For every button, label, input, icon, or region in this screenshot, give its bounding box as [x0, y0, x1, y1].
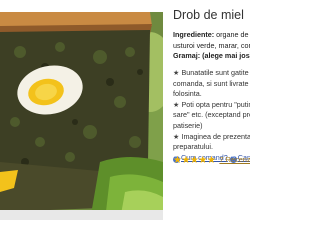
- note-item: ★ Imaginea de prezentare preparatului.: [173, 132, 250, 153]
- note-item: ★ Poti opta pentru "putin s sare" etc. (…: [173, 100, 250, 132]
- note-item: ★ Bunatatile sunt gatite s comanda, si s…: [173, 68, 250, 100]
- note-text: preparatului.: [173, 142, 213, 152]
- product-info: Drob de miel Ingrediente: organe de m us…: [170, 0, 250, 250]
- note-text: Imaginea de prezentare: [181, 131, 250, 141]
- note-text: patiserie): [173, 120, 203, 130]
- notes-list: ★ Bunatatile sunt gatite s comanda, si s…: [173, 68, 250, 163]
- star-bullet-icon: ★: [173, 99, 180, 109]
- star-bullet-icon: ★: [173, 131, 180, 141]
- ingredients-text-2: usturoi verde, marar, condi: [173, 40, 250, 50]
- rating-row: ★★★★★ 7 Recenzii: [173, 155, 250, 166]
- product-card: Drob de miel Ingrediente: organe de m us…: [0, 0, 250, 250]
- product-photo[interactable]: [0, 12, 163, 220]
- ingredients-text-1: organe de m: [216, 30, 250, 39]
- note-text: comanda, si sunt livrate in: [173, 78, 250, 88]
- ingredients-block: Ingrediente: organe de m usturoi verde, …: [173, 30, 250, 62]
- rating-stars-icon: ★★★★★: [173, 155, 216, 166]
- ingredients-label: Ingrediente:: [173, 30, 215, 39]
- drob-image: [0, 12, 163, 220]
- product-title: Drob de miel: [173, 8, 244, 22]
- note-text: folosinta.: [173, 89, 202, 99]
- star-bullet-icon: ★: [173, 68, 180, 77]
- reviews-link[interactable]: 7 Recenzii: [219, 155, 250, 164]
- note-text: sare" etc. (exceptand prod: [173, 110, 250, 120]
- note-text: Bunatatile sunt gatite s: [181, 68, 250, 77]
- weight-label: Gramaj: (alege mai jos): [173, 51, 250, 60]
- note-text: Poti opta pentru "putin s: [181, 99, 250, 109]
